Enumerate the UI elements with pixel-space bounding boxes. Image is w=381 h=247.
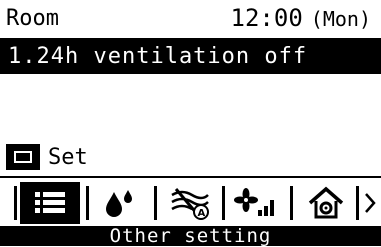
water-drop-icon[interactable] — [90, 182, 150, 224]
divider — [14, 186, 17, 220]
divider — [154, 186, 157, 220]
rectangle-key-icon — [6, 144, 40, 170]
clock: 12:00 (Mon) — [231, 4, 371, 33]
menu-item-label: 1.24h ventilation off — [8, 44, 308, 69]
time-label: 12:00 — [230, 4, 303, 32]
house-settings-icon[interactable] — [296, 182, 356, 224]
list-icon[interactable] — [20, 182, 80, 224]
location-label: Room — [6, 6, 59, 31]
divider — [222, 186, 225, 220]
divider — [290, 186, 293, 220]
svg-text:A: A — [198, 208, 206, 219]
status-bar: Room 12:00 (Mon) — [0, 0, 381, 38]
day-label: (Mon) — [310, 7, 371, 31]
menu-item-24h-ventilation[interactable]: 1.24h ventilation off — [0, 40, 381, 74]
divider — [86, 186, 89, 220]
screen-title: Other setting — [109, 225, 272, 247]
fan-auto-off-icon[interactable]: A — [160, 182, 220, 224]
chevron-right-icon[interactable] — [363, 188, 377, 218]
set-hint: Set — [6, 142, 88, 172]
screen-title-bar: Other setting — [0, 226, 381, 246]
fan-speed-icon[interactable] — [226, 182, 286, 224]
divider — [356, 186, 359, 220]
function-icon-bar: A — [0, 176, 381, 228]
set-label: Set — [48, 144, 88, 170]
